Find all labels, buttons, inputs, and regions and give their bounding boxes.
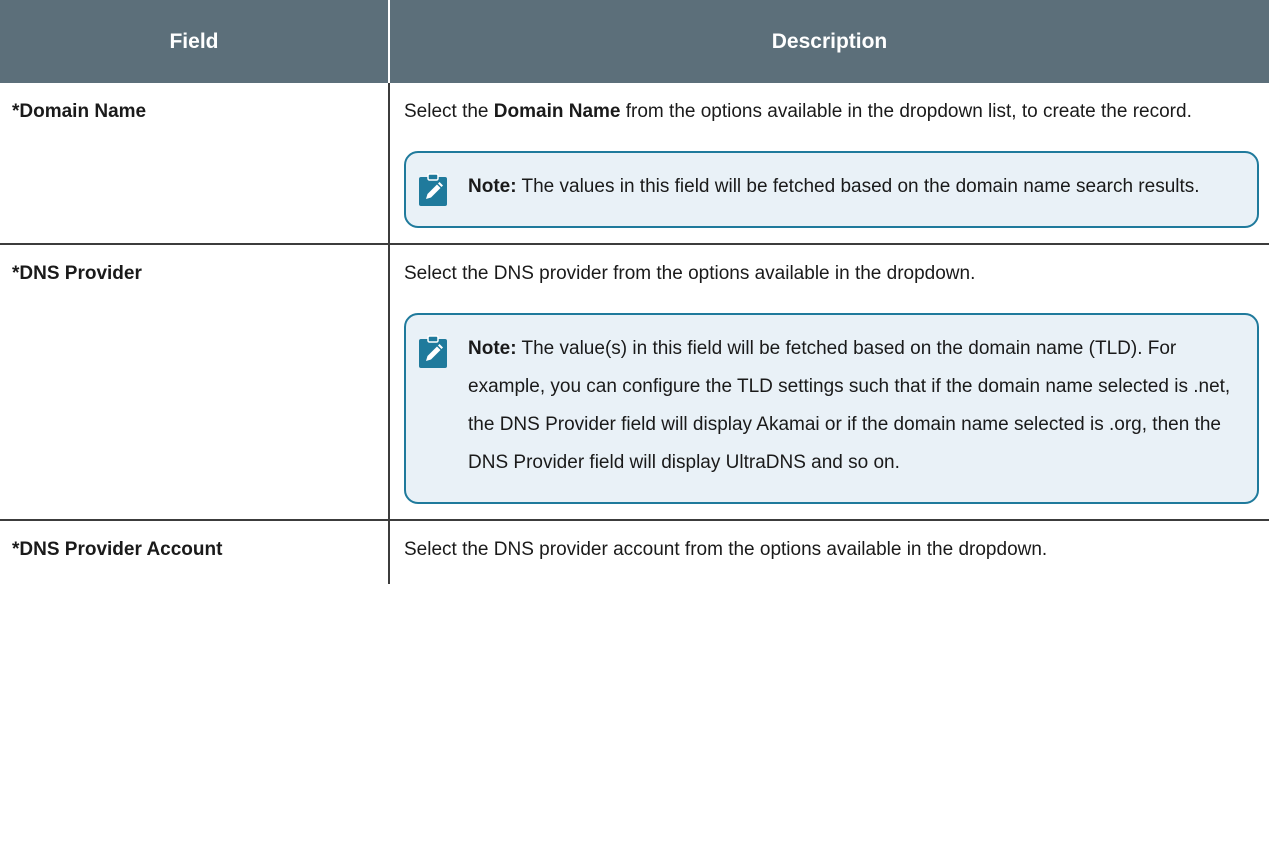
note-pencil-icon: [419, 173, 447, 206]
description-text: Select the DNS provider account from the…: [404, 539, 1048, 560]
table-header-row: Field Description: [0, 0, 1269, 83]
description-cell: Select the DNS provider account from the…: [389, 520, 1269, 584]
description-bold-term: Domain Name: [493, 101, 621, 122]
table-row: *DNS Provider Account Select the DNS pro…: [0, 520, 1269, 584]
note-box: Note: The value(s) in this field will be…: [404, 313, 1259, 504]
field-name-cell: *DNS Provider Account: [0, 520, 390, 584]
fields-table: Field Description *Domain Name Select th…: [0, 0, 1269, 584]
field-name-cell: *DNS Provider: [0, 244, 390, 521]
note-label: Note:: [468, 176, 517, 197]
field-name-cell: *Domain Name: [0, 83, 390, 245]
description-column-header: Description: [389, 0, 1269, 83]
table-row: *DNS Provider Select the DNS provider fr…: [0, 244, 1269, 521]
description-text-post: from the options available in the dropdo…: [620, 101, 1192, 122]
field-column-header: Field: [0, 0, 390, 83]
description-cell: Select the Domain Name from the options …: [389, 83, 1269, 245]
description-cell: Select the DNS provider from the options…: [389, 244, 1269, 521]
note-label: Note:: [468, 338, 517, 359]
note-box: Note: The values in this field will be f…: [404, 151, 1259, 228]
table-row: *Domain Name Select the Domain Name from…: [0, 83, 1269, 245]
description-text-pre: Select the: [404, 101, 494, 122]
description-text: Select the DNS provider from the options…: [404, 263, 976, 284]
description-text: Select the Domain Name from the options …: [404, 93, 1259, 131]
note-text: The values in this field will be fetched…: [516, 176, 1200, 197]
note-text: The value(s) in this field will be fetch…: [468, 338, 1231, 473]
note-pencil-icon: [419, 335, 447, 368]
